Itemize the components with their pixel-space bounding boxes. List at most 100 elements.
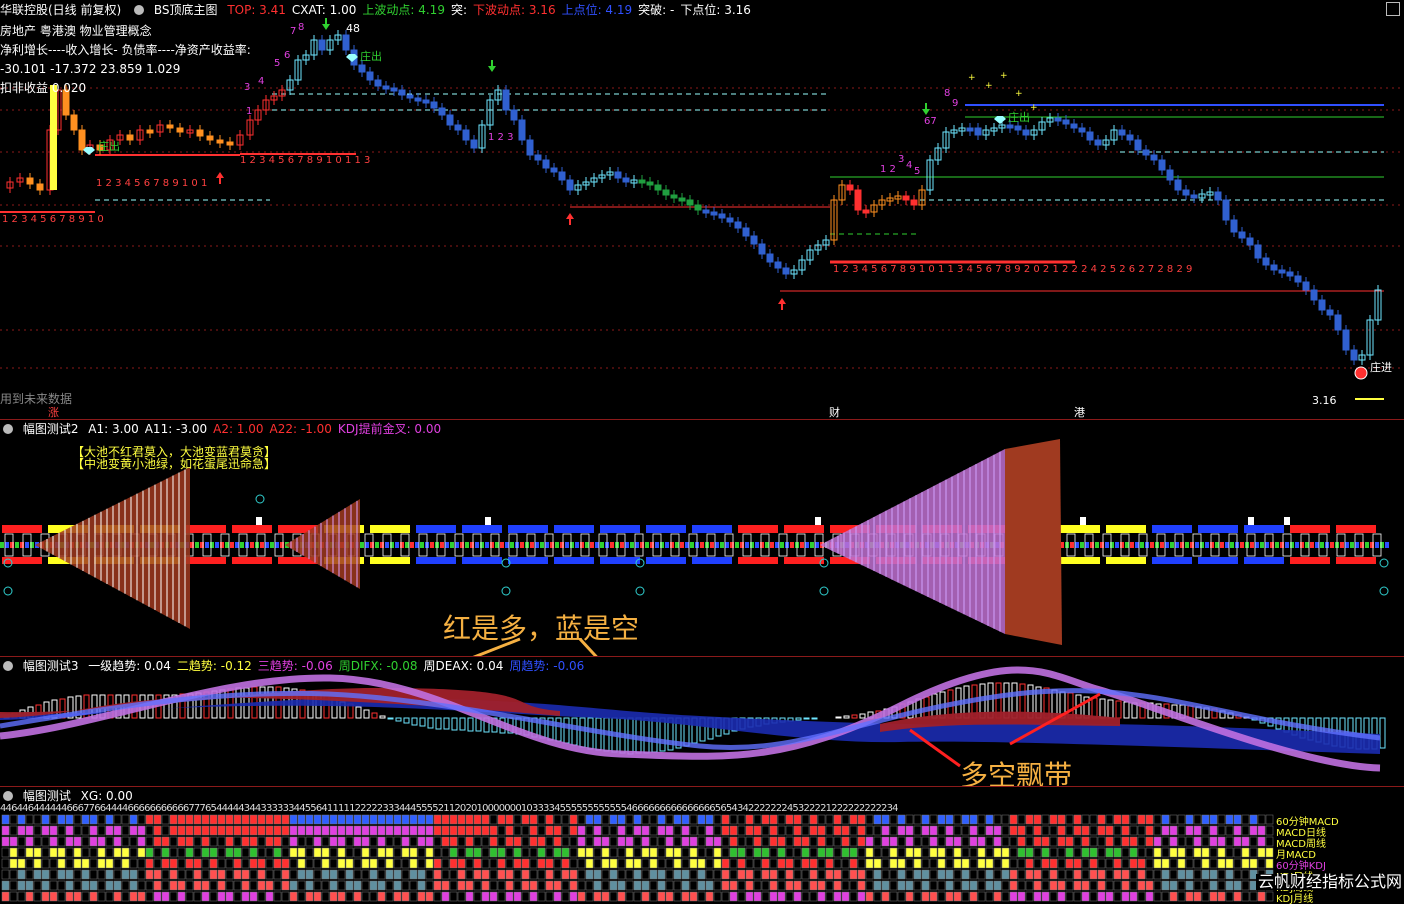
signal-cell (1033, 891, 1042, 902)
candle-body (974, 127, 982, 136)
signal-cell (641, 825, 650, 836)
signal-cell (1201, 858, 1210, 869)
ribbon-dot (775, 542, 779, 548)
signal-cell (1097, 891, 1106, 902)
signal-cell (153, 880, 162, 891)
settings-gear-icon[interactable] (3, 661, 13, 671)
signal-cell (769, 858, 778, 869)
main-chart-panel[interactable]: + + + + +7 8 8 9 67 1 2345341561 2 3 华联控股(日线 前复权)… (0, 0, 1404, 419)
ribbon-bar (600, 525, 640, 533)
signal-cell (769, 891, 778, 902)
ribbon-dot (270, 542, 274, 548)
indicator-name[interactable]: BS顶底主图 (154, 3, 218, 17)
signal-cell (777, 880, 786, 891)
signal-cell (513, 814, 522, 825)
signal-cell (73, 825, 82, 836)
signal-cell (145, 825, 154, 836)
signal-cell (145, 836, 154, 847)
signal-cell (833, 825, 842, 836)
settings-gear-icon[interactable] (134, 5, 145, 15)
signal-cell (129, 858, 138, 869)
signal-cell (849, 858, 858, 869)
signal-cell (577, 836, 586, 847)
signal-cell (273, 847, 282, 858)
signal-cell (897, 869, 906, 880)
signal-cell (25, 858, 34, 869)
signal-cell (921, 858, 930, 869)
signal-cell (1025, 880, 1034, 891)
ribbon-dot (420, 542, 424, 548)
ribbon-dot (780, 542, 784, 548)
signal-cell (489, 858, 498, 869)
maximize-icon[interactable] (1386, 2, 1400, 16)
signal-cell (729, 880, 738, 891)
signal-cell (233, 869, 242, 880)
ribbon-dot (260, 542, 264, 548)
candle-body (502, 89, 510, 111)
signal-cell (857, 836, 866, 847)
ribbon-dot (685, 542, 689, 548)
signal-cell (753, 858, 762, 869)
indicator-2-title[interactable]: 幅图测试2 (23, 422, 79, 436)
signal-cell (521, 836, 530, 847)
signal-cell (697, 880, 706, 891)
signal-cell (609, 814, 618, 825)
signal-cell (665, 858, 674, 869)
signal-cell (305, 891, 314, 902)
signal-cell (361, 858, 370, 869)
signal-cell (441, 847, 450, 858)
signal-cell (793, 858, 802, 869)
signal-cell (961, 825, 970, 836)
signal-cell (665, 891, 674, 902)
settings-gear-icon[interactable] (3, 424, 13, 434)
signal-cell (17, 836, 26, 847)
signal-cell (785, 880, 794, 891)
candle-body (1342, 329, 1350, 351)
signal-cell (241, 869, 250, 880)
ribbon-dot (665, 542, 669, 548)
signal-cell (377, 869, 386, 880)
settings-gear-icon[interactable] (3, 791, 13, 801)
signal-cell (1049, 891, 1058, 902)
signal-cell (177, 869, 186, 880)
signal-cell (649, 814, 658, 825)
signal-cell (993, 869, 1002, 880)
indicator-4-panel[interactable]: 幅图测试 XG: 0.00 4 4 6 4 4 6 4 4 4 4 4 4 6 … (0, 786, 1404, 904)
ribbon-dot (1385, 542, 1389, 548)
indicator-4-title[interactable]: 幅图测试 (23, 789, 71, 803)
signal-cell (353, 891, 362, 902)
signal-cell (273, 880, 282, 891)
signal-cell (441, 825, 450, 836)
signal-cell (937, 858, 946, 869)
ribbon-dot (15, 542, 19, 548)
signal-cell (849, 869, 858, 880)
indicator-3-panel[interactable]: 幅图测试3 一级趋势: 0.04 二趋势: -0.12 三趋势: -0.06 周DIF… (0, 656, 1404, 786)
signal-cell (465, 858, 474, 869)
signal-cell (481, 880, 490, 891)
signal-cell (905, 847, 914, 858)
signal-cell (489, 880, 498, 891)
signal-cell (57, 836, 66, 847)
candlestick-chart[interactable]: +++++7 889671 2345341561 2 3 (0, 0, 1404, 419)
ribbon-dot (215, 542, 219, 548)
signal-cell (225, 891, 234, 902)
signal-cell (281, 858, 290, 869)
signal-cell (809, 869, 818, 880)
signal-cell (201, 836, 210, 847)
signal-cell (1017, 836, 1026, 847)
signal-cell (361, 847, 370, 858)
signal-cell (193, 814, 202, 825)
signal-cell (1129, 814, 1138, 825)
signal-cell (1097, 814, 1106, 825)
signal-cell (537, 847, 546, 858)
signal-cell (513, 869, 522, 880)
signal-cell (553, 836, 562, 847)
ring-marker (635, 586, 645, 596)
count-sequence-4: 1 2 3 4 5 6 7 8 9 1 0 1 1 3 4 5 6 7 8 9 … (833, 264, 1193, 275)
signal-cell (729, 858, 738, 869)
indicator-2-panel[interactable]: 幅图测试2 A1: 3.00 A11: -3.00 A2: 1.00 A22: -1.… (0, 419, 1404, 656)
indicator-3-title[interactable]: 幅图测试3 (23, 659, 79, 673)
signal-cell (593, 891, 602, 902)
signal-cell (977, 825, 986, 836)
signal-cell (985, 836, 994, 847)
